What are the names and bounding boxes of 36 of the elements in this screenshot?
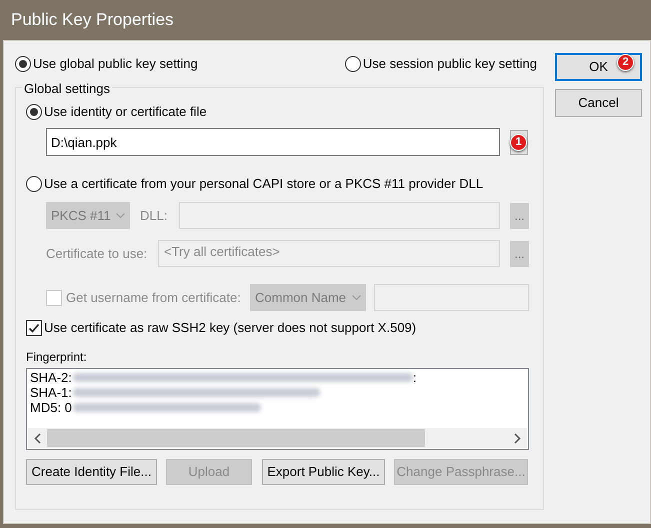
scrollbar-thumb[interactable] [47,429,425,447]
radio-button[interactable] [26,176,42,192]
dll-field[interactable] [179,202,500,229]
fingerprint-text: : [412,370,417,385]
cancel-button[interactable]: Cancel [555,89,642,117]
action-button[interactable]: Create Identity File... [26,459,157,485]
username-field[interactable] [374,284,529,311]
option-label: Use global public key setting [33,55,198,74]
dropdown-caret-icon [116,212,125,218]
checkbox[interactable] [26,320,42,336]
file-path-field[interactable]: D:\qian.ppk [46,128,500,156]
checkbox-label: Get username from certificate: [66,288,242,307]
name-source-dropdown[interactable]: Common Name [250,284,366,311]
certificate-field[interactable]: <Try all certificates> [158,240,500,267]
action-button[interactable]: Export Public Key... [262,459,385,485]
fingerprint-text: SHA-2: [30,370,72,385]
checkbox-label: Use certificate as raw SSH2 key (server does not support X.509) [44,319,416,338]
horizontal-scrollbar[interactable] [28,428,527,448]
option-label: Use session public key setting [362,55,537,74]
field-label: Certificate to use: [46,244,148,263]
scroll-left-icon[interactable] [34,432,41,444]
field-label: Fingerprint: [26,349,88,364]
browse-button[interactable]: ... [510,202,529,228]
radio-button[interactable] [344,56,361,72]
fingerprint-text: MD5: 0 [30,400,72,415]
radio-button[interactable] [15,56,31,72]
option-label: Use a certificate from your personal CAPI store or a PKCS #11 provider DLL [44,175,484,194]
fingerprint-text: SHA-1: [30,385,72,400]
window-title: Public Key Properties [11,9,174,32]
scroll-right-icon[interactable] [514,432,521,444]
option-label: Use identity or certificate file [44,103,207,122]
browse-button[interactable]: ... [510,240,529,266]
provider-dropdown[interactable]: PKCS #11 [46,202,130,229]
dropdown-caret-icon [352,294,361,300]
radio-button[interactable] [26,104,42,120]
field-label: DLL: [140,206,168,225]
